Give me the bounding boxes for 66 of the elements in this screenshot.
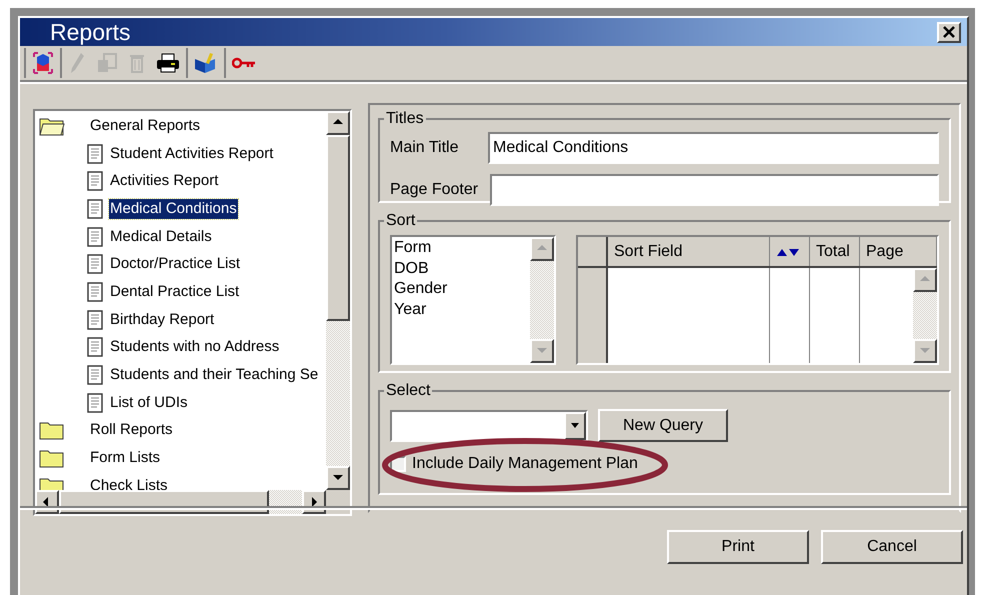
tree-item[interactable]: Students with no Address bbox=[109, 337, 280, 358]
folder-pencil-icon bbox=[194, 51, 218, 75]
group-title: Select bbox=[385, 381, 432, 401]
scroll-button[interactable] bbox=[913, 268, 937, 292]
folder-icon bbox=[39, 448, 65, 468]
copy-icon bbox=[96, 52, 118, 74]
document-icon bbox=[87, 392, 103, 413]
list-item[interactable]: DOB bbox=[394, 258, 530, 279]
tree-item[interactable]: Medical Details bbox=[109, 226, 213, 247]
close-button[interactable] bbox=[937, 22, 961, 42]
page-footer-field[interactable] bbox=[490, 174, 939, 206]
group-title: Titles bbox=[385, 109, 425, 129]
field-label: Main Title bbox=[390, 138, 460, 158]
new-query-button[interactable]: New Query bbox=[598, 409, 728, 442]
document-icon bbox=[87, 365, 103, 386]
close-icon bbox=[943, 26, 955, 38]
main-title-field[interactable]: Medical Conditions bbox=[488, 132, 939, 164]
pencil-icon bbox=[68, 51, 86, 75]
checkbox-label: Include Daily Management Plan bbox=[412, 454, 638, 474]
document-icon bbox=[87, 310, 103, 330]
scroll-button[interactable] bbox=[326, 466, 350, 490]
scroll-button[interactable] bbox=[326, 111, 350, 135]
tree-item[interactable]: Form Lists bbox=[89, 448, 162, 468]
window-title: Reports bbox=[50, 18, 131, 47]
dropdown-caret-icon bbox=[571, 423, 579, 428]
document-icon bbox=[87, 198, 103, 219]
list-item[interactable]: Form bbox=[394, 238, 530, 258]
cube-icon bbox=[32, 51, 54, 75]
tree-item[interactable]: Activities Report bbox=[109, 171, 220, 192]
tree-item[interactable]: Check Lists bbox=[89, 476, 169, 490]
tree-item[interactable]: List of UDIs bbox=[109, 392, 189, 413]
document-icon bbox=[87, 226, 103, 247]
document-icon bbox=[87, 337, 103, 358]
tree-item[interactable]: Medical Conditions bbox=[109, 198, 238, 219]
tree-item[interactable]: Dental Practice List bbox=[109, 282, 240, 302]
list-item[interactable]: Year bbox=[394, 300, 530, 320]
tree-item[interactable]: Student Activities Report bbox=[109, 144, 274, 164]
list-item[interactable]: Gender bbox=[394, 279, 530, 300]
scroll-thumb[interactable] bbox=[326, 135, 350, 321]
scroll-button[interactable] bbox=[530, 339, 554, 363]
document-icon bbox=[87, 282, 103, 302]
tree-item[interactable]: Birthday Report bbox=[109, 310, 216, 330]
tree-item[interactable]: Roll Reports bbox=[89, 420, 174, 440]
sort-arrows-icon bbox=[776, 246, 800, 256]
document-icon bbox=[87, 144, 103, 164]
column-header[interactable]: Total bbox=[810, 237, 860, 266]
tree-item[interactable]: Students and their Teaching Se bbox=[109, 365, 320, 386]
tree-item[interactable]: Doctor/Practice List bbox=[109, 254, 242, 274]
folder-icon bbox=[39, 420, 65, 440]
open-folder-icon bbox=[39, 116, 65, 136]
column-header[interactable]: Sort Field bbox=[608, 237, 770, 266]
trash-icon bbox=[128, 52, 146, 74]
dialog-button[interactable]: Cancel bbox=[821, 530, 963, 564]
scroll-button[interactable] bbox=[530, 237, 554, 261]
document-icon bbox=[87, 171, 103, 192]
field-label: Page Footer bbox=[390, 180, 480, 200]
tree-item[interactable]: General Reports bbox=[89, 116, 202, 136]
key-icon bbox=[232, 57, 256, 69]
printer-icon bbox=[156, 52, 180, 74]
document-icon bbox=[87, 254, 103, 274]
group-title: Sort bbox=[385, 211, 416, 231]
dialog-button[interactable]: Print bbox=[667, 530, 809, 564]
query-dropdown[interactable] bbox=[390, 410, 588, 442]
vertical-scrollbar[interactable] bbox=[326, 111, 350, 490]
scroll-button[interactable] bbox=[913, 339, 937, 363]
column-header[interactable]: Page bbox=[860, 237, 937, 266]
